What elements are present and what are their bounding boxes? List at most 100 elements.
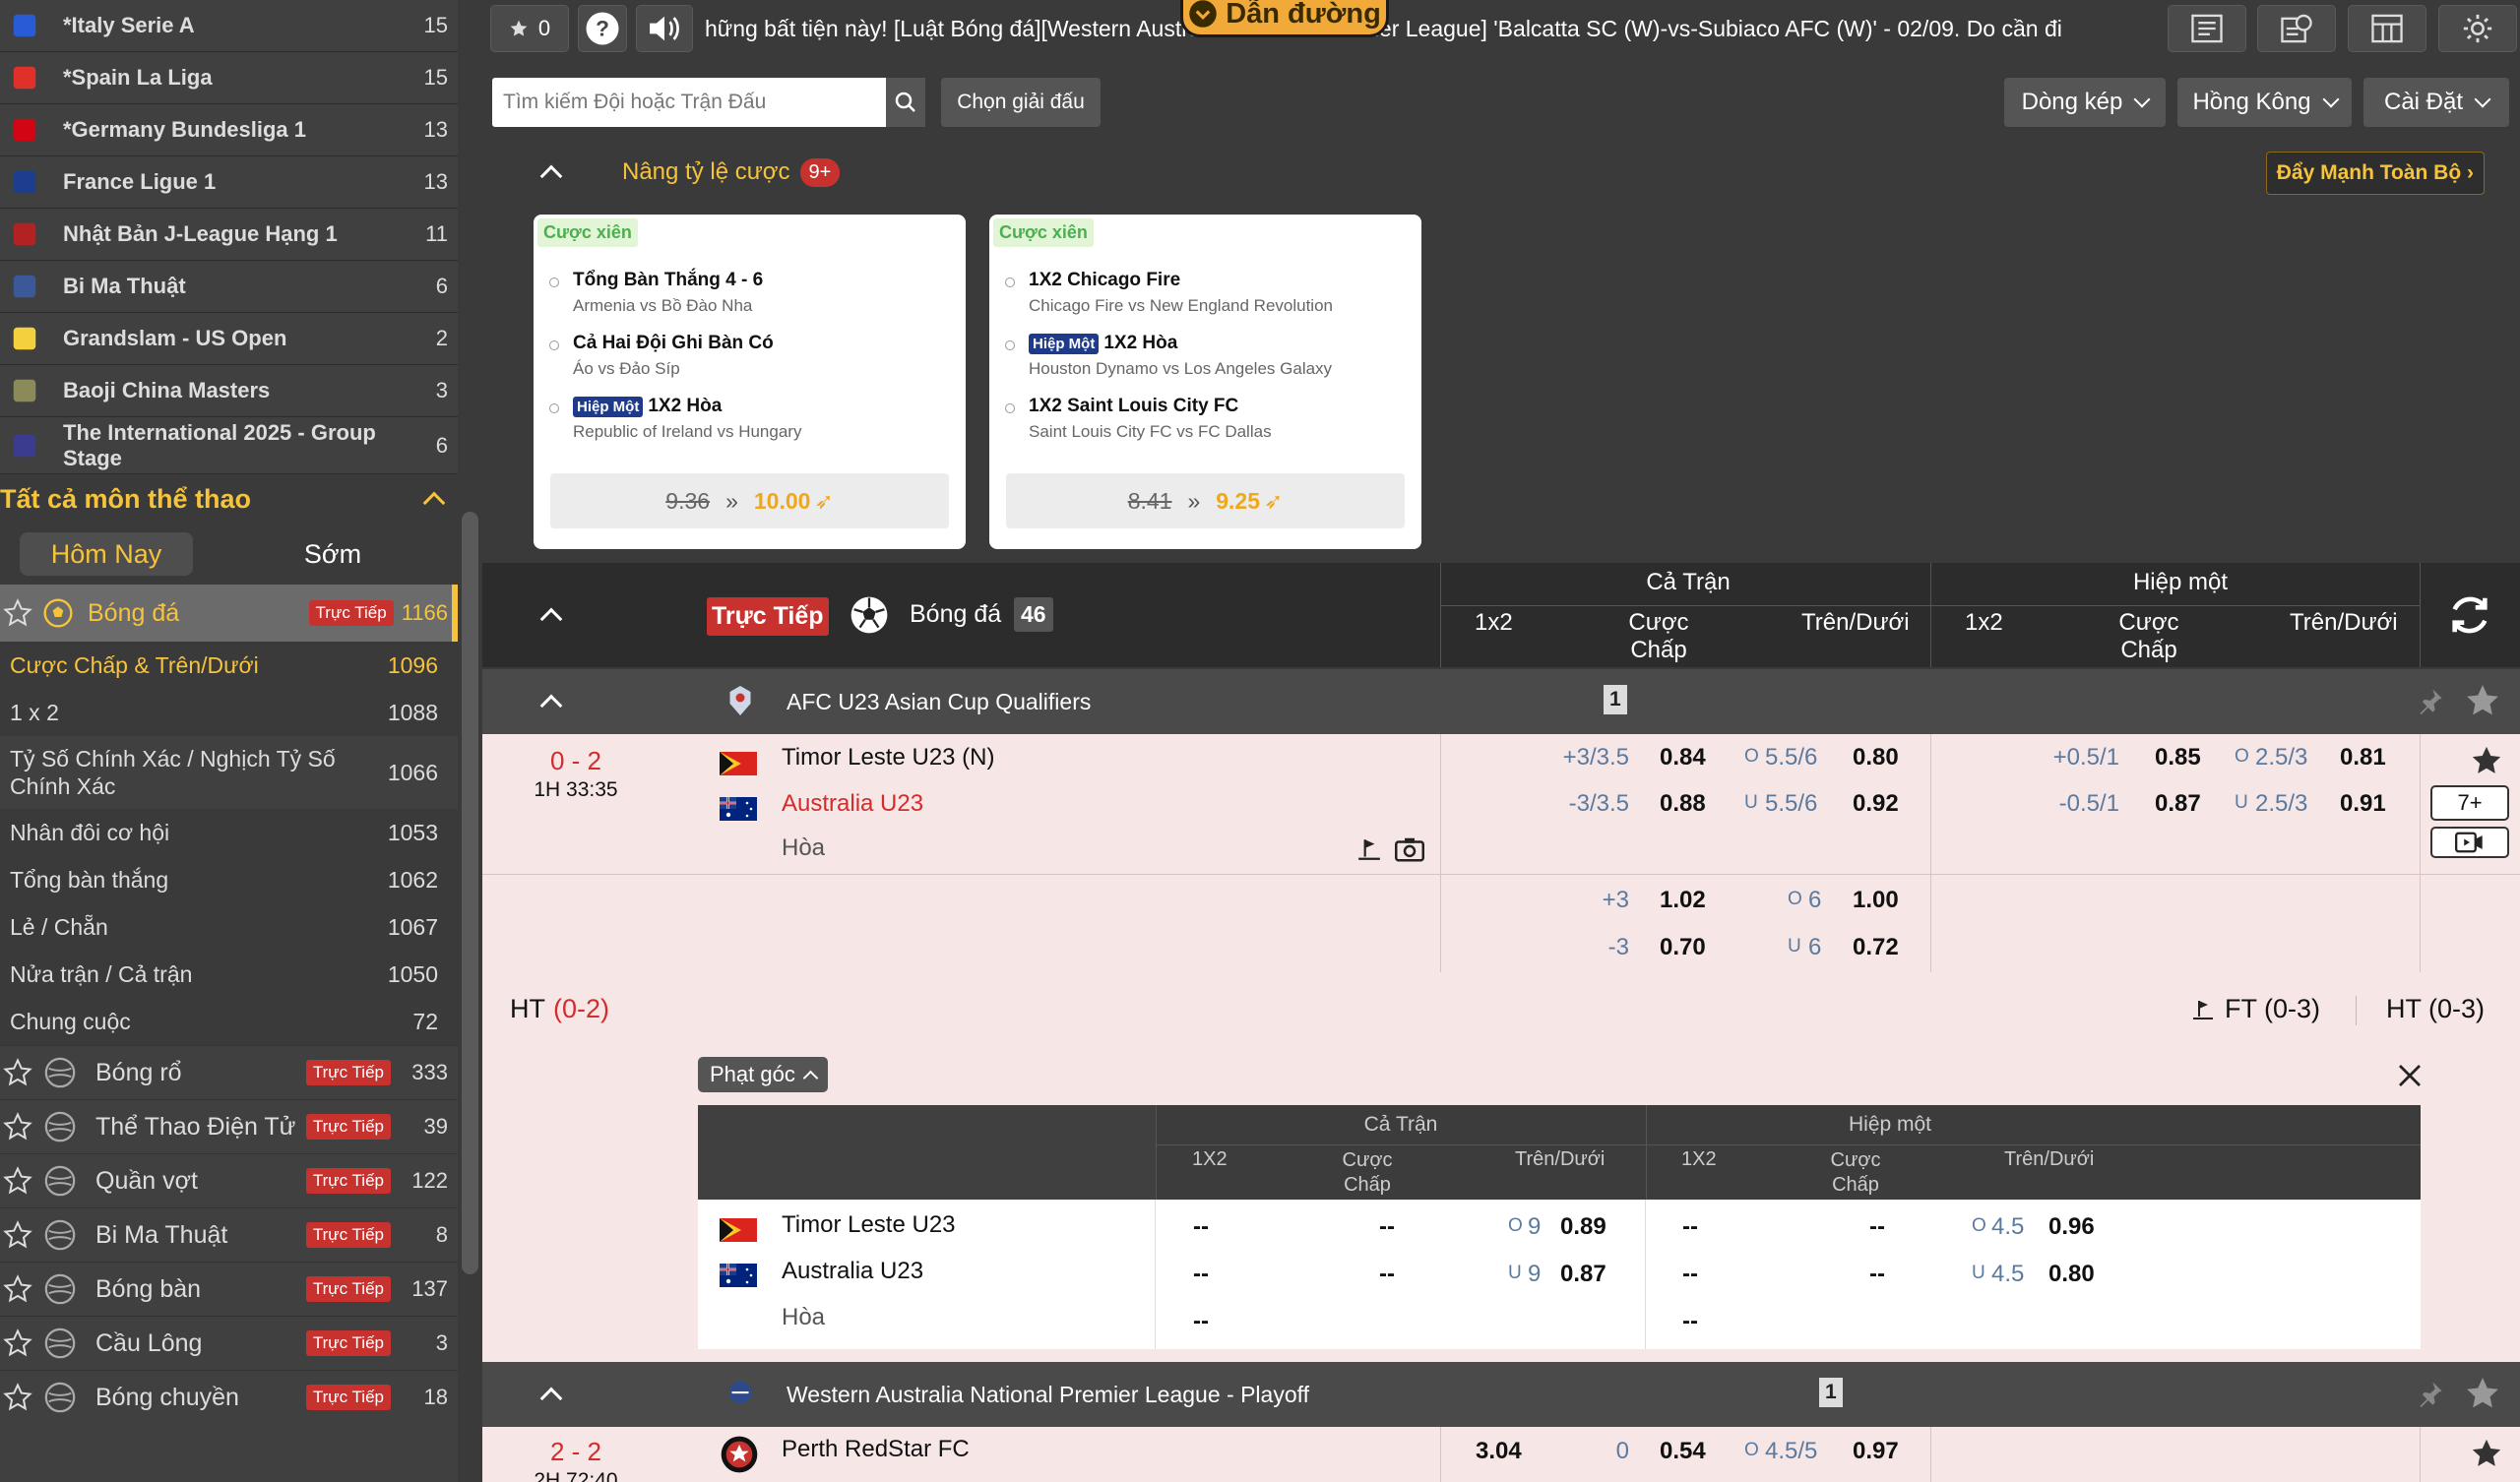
sound-button[interactable] [636, 5, 693, 52]
sidebar-league-item[interactable]: France Ligue 1 13 [0, 156, 458, 209]
alt-under-odds[interactable]: 0.72 [1853, 934, 1899, 961]
sidebar-league-item[interactable]: Nhật Bản J-League Hạng 1 11 [0, 209, 458, 261]
bet-type-item[interactable]: Tổng bàn thắng 1062 [0, 856, 458, 903]
pin-icon[interactable] [2417, 687, 2444, 719]
sidebar-sport-item[interactable]: Bi Ma Thuật Trực Tiếp 8 [0, 1207, 458, 1262]
h1-away-handicap-odds[interactable]: 0.87 [2155, 790, 2201, 818]
sidebar-sport-item[interactable]: Thể Thao Điện Tử Trực Tiếp 39 [0, 1099, 458, 1153]
alt-home-handicap-odds[interactable]: 1.02 [1660, 887, 1706, 914]
star-icon[interactable] [3, 1058, 32, 1087]
help-button[interactable]: ? [578, 5, 627, 52]
parlay-card[interactable]: Cược xiên 1X2 Chicago Fire Chicago Fire vs… [989, 215, 1421, 549]
parlay-card[interactable]: Cược xiên Tổng Bàn Thắng 4 - 6 Armenia vs … [534, 215, 966, 549]
refresh-icon[interactable] [2446, 592, 2493, 643]
ft-home-handicap-odds[interactable]: 0.84 [1660, 744, 1706, 772]
star-icon[interactable] [3, 598, 32, 628]
bet-type-item[interactable]: Nhân đôi cơ hội 1053 [0, 809, 458, 856]
away-team[interactable]: Australia U23 [782, 790, 923, 818]
live-video-button[interactable] [2430, 827, 2509, 858]
home-team[interactable]: Timor Leste U23 (N) [782, 744, 995, 772]
star-icon[interactable] [3, 1383, 32, 1412]
league-row[interactable]: AFC U23 Asian Cup Qualifiers 1 [482, 669, 2520, 734]
bet-type-item[interactable]: Lẻ / Chẵn 1067 [0, 903, 458, 951]
search-input[interactable]: Tìm kiếm Đội hoặc Trận Đấu [492, 78, 887, 127]
sidebar-league-item[interactable]: Baoji China Masters 3 [0, 365, 458, 417]
sidebar-league-item[interactable]: Grandslam - US Open 2 [0, 313, 458, 365]
sidebar-league-item[interactable]: The International 2025 - Group Stage 6 [0, 417, 458, 474]
corners-toggle[interactable]: Phạt góc [698, 1057, 828, 1092]
star-icon[interactable] [2469, 1437, 2504, 1475]
star-icon[interactable] [2463, 682, 2502, 724]
chevron-up-icon[interactable] [539, 1387, 563, 1410]
corners-ft-under-odds[interactable]: 0.87 [1560, 1261, 1606, 1288]
close-icon[interactable] [2395, 1061, 2425, 1095]
chevron-up-icon[interactable] [422, 491, 446, 515]
corners-ft-over-odds[interactable]: 0.89 [1560, 1213, 1606, 1241]
ft-away-handicap-odds[interactable]: 0.88 [1660, 790, 1706, 818]
bet-type-item[interactable]: Cược Chấp & Trên/Dưới 1096 [0, 642, 458, 689]
star-icon[interactable] [2469, 744, 2504, 782]
push-all-button[interactable]: Đẩy Mạnh Toàn Bộ › [2265, 152, 2485, 195]
corners-h1-over-odds[interactable]: 0.96 [2048, 1213, 2095, 1241]
tab-early[interactable]: Sớm [264, 532, 402, 576]
sidebar-sport-item[interactable]: Bóng rổ Trực Tiếp 333 [0, 1045, 458, 1099]
corners-h1-under-odds[interactable]: 0.80 [2048, 1261, 2095, 1288]
ft-under-odds[interactable]: 0.92 [1853, 790, 1899, 818]
corner-flag-icon[interactable] [1356, 836, 1382, 867]
star-icon[interactable] [2463, 1375, 2502, 1417]
choose-league-button[interactable]: Chọn giải đấu [941, 78, 1101, 127]
chevron-up-icon[interactable] [539, 607, 563, 631]
home-1x2-odds[interactable]: 3.04 [1476, 1438, 1522, 1465]
chevron-up-icon[interactable] [539, 694, 563, 717]
statement-button[interactable] [2257, 5, 2336, 52]
bet-type-item[interactable]: 1 x 2 1088 [0, 689, 458, 736]
chevron-up-icon[interactable] [539, 164, 563, 188]
alt-over-odds[interactable]: 1.00 [1853, 887, 1899, 914]
bet-type-item[interactable]: Nửa trận / Cả trận 1050 [0, 951, 458, 998]
parlay-odds[interactable]: 8.41 » 9.25 ➶ [1006, 473, 1405, 528]
sidebar-sport-item[interactable]: Bóng bàn Trực Tiếp 137 [0, 1262, 458, 1316]
sidebar-league-item[interactable]: *Germany Bundesliga 1 13 [0, 104, 458, 156]
star-icon[interactable] [3, 1166, 32, 1196]
league-row[interactable]: Western Australia National Premier Leagu… [482, 1362, 2520, 1427]
alt-away-handicap-odds[interactable]: 0.70 [1660, 934, 1706, 961]
favorites-button[interactable]: 0 [490, 5, 569, 52]
guide-button[interactable]: Dẫn đường [1180, 0, 1389, 37]
sidebar-league-item[interactable]: *Spain La Liga 15 [0, 52, 458, 104]
settings-dropdown[interactable]: Cài Đặt [2363, 78, 2509, 127]
sidebar-league-item[interactable]: *Italy Serie A 15 [0, 0, 458, 52]
star-icon[interactable] [3, 1112, 32, 1142]
parlay-odds[interactable]: 9.36 » 10.00 ➶ [550, 473, 949, 528]
star-icon[interactable] [3, 1220, 32, 1250]
sidebar-scrollbar[interactable] [458, 0, 482, 1482]
camera-icon[interactable] [1395, 836, 1424, 867]
star-icon[interactable] [3, 1274, 32, 1304]
news-ticker[interactable]: hững bất tiện này! [Luật Bóng đá][Wester… [705, 0, 2211, 57]
layout-button[interactable] [2348, 5, 2426, 52]
sidebar-league-item[interactable]: Bi Ma Thuật 6 [0, 261, 458, 313]
tab-today[interactable]: Hôm Nay [20, 532, 193, 576]
sidebar-sport-item[interactable]: Cầu Lông Trực Tiếp 3 [0, 1316, 458, 1370]
h1-over-odds[interactable]: 0.81 [2340, 744, 2386, 772]
more-markets-button[interactable]: 7+ [2430, 785, 2509, 821]
star-icon[interactable] [3, 1328, 32, 1358]
h1-under-odds[interactable]: 0.91 [2340, 790, 2386, 818]
sidebar-item-football[interactable]: Bóng đá Trực Tiếp 1166 [0, 585, 458, 642]
sidebar-sport-item[interactable]: Bóng chuyền Trực Tiếp 18 [0, 1370, 458, 1424]
odds-type-dropdown[interactable]: Hồng Kông [2177, 78, 2352, 127]
pin-icon[interactable] [2417, 1380, 2444, 1412]
h1-home-handicap-odds[interactable]: 0.85 [2155, 744, 2201, 772]
odds-view-dropdown[interactable]: Dòng kép [2004, 78, 2166, 127]
ft-over-odds[interactable]: 0.80 [1853, 744, 1899, 772]
search-button[interactable] [886, 78, 925, 127]
scrollbar-thumb[interactable] [462, 512, 478, 1274]
all-sports-header[interactable]: Tất cả môn thể thao [0, 474, 458, 524]
bet-type-item[interactable]: Chung cuộc 72 [0, 998, 458, 1045]
over-odds[interactable]: 0.97 [1853, 1438, 1899, 1465]
home-handicap-odds[interactable]: 0.54 [1660, 1438, 1706, 1465]
home-team[interactable]: Perth RedStar FC [782, 1436, 970, 1463]
live-tab[interactable]: Trực Tiếp [707, 597, 829, 636]
sidebar-sport-item[interactable]: Quần vợt Trực Tiếp 122 [0, 1153, 458, 1207]
settings-button[interactable] [2438, 5, 2517, 52]
bet-type-item[interactable]: Tỷ Số Chính Xác / Nghịch Tỷ Số Chính Xác… [0, 736, 458, 809]
